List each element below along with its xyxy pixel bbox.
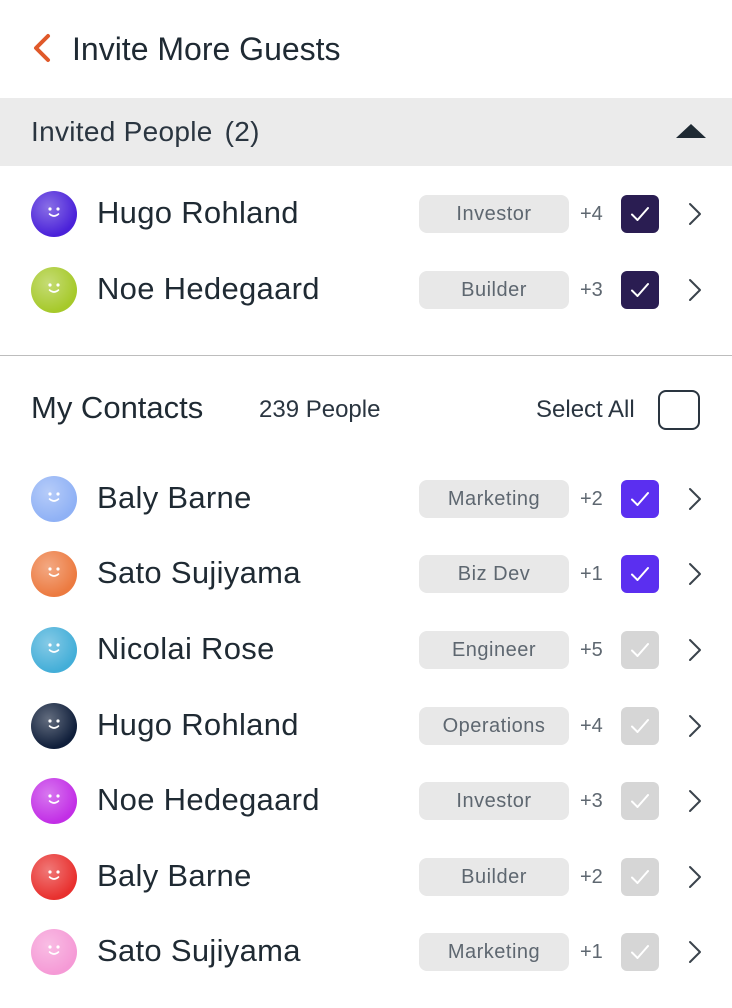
invited-people-label: Invited People xyxy=(31,116,213,147)
extra-tags-count: +1 xyxy=(580,941,603,963)
invite-checkbox[interactable] xyxy=(621,707,659,745)
chevron-right-icon[interactable] xyxy=(680,861,710,893)
checkmark-icon xyxy=(631,870,649,884)
select-all-label[interactable]: Select All xyxy=(536,394,635,426)
checkmark-icon xyxy=(631,945,649,959)
invite-checkbox[interactable] xyxy=(621,933,659,971)
checkmark-icon xyxy=(631,794,649,808)
chevron-right-icon[interactable] xyxy=(680,710,710,742)
chevron-right-icon[interactable] xyxy=(680,785,710,817)
role-tag: Marketing xyxy=(419,933,569,971)
role-tag: Builder xyxy=(419,271,569,309)
invite-checkbox[interactable] xyxy=(621,631,659,669)
contacts-row[interactable]: Baly Barne Marketing +2 xyxy=(0,461,732,537)
select-all-checkbox[interactable] xyxy=(658,390,700,430)
chevron-left-icon xyxy=(34,34,50,62)
my-contacts-heading: My Contacts xyxy=(31,390,204,425)
invite-checkbox[interactable] xyxy=(621,480,659,518)
header: Invite More Guests xyxy=(0,0,732,98)
role-tag: Biz Dev xyxy=(419,555,569,593)
extra-tags-count: +3 xyxy=(580,279,603,301)
avatar xyxy=(31,929,77,975)
section-divider xyxy=(0,355,732,356)
checkmark-icon xyxy=(631,492,649,506)
chevron-right-icon[interactable] xyxy=(680,558,710,590)
contact-name: Hugo Rohland xyxy=(97,707,299,742)
chevron-right-icon[interactable] xyxy=(680,634,710,666)
contact-name: Noe Hedegaard xyxy=(97,271,320,306)
avatar xyxy=(31,191,77,237)
checkmark-icon xyxy=(631,567,649,581)
invite-checkbox[interactable] xyxy=(621,195,659,233)
contacts-row[interactable]: Sato Sujiyama Marketing +1 xyxy=(0,914,732,990)
contact-name: Nicolai Rose xyxy=(97,631,275,666)
invite-checkbox[interactable] xyxy=(621,555,659,593)
invited-people-count: (2) xyxy=(224,116,260,147)
avatar xyxy=(31,267,77,313)
chevron-right-icon[interactable] xyxy=(680,198,710,230)
contact-name: Baly Barne xyxy=(97,480,252,515)
chevron-right-icon[interactable] xyxy=(680,936,710,968)
checkmark-icon xyxy=(631,719,649,733)
contact-name: Hugo Rohland xyxy=(97,195,299,230)
chevron-right-icon[interactable] xyxy=(680,274,710,306)
avatar xyxy=(31,627,77,673)
role-tag: Investor xyxy=(419,782,569,820)
role-tag: Marketing xyxy=(419,480,569,518)
invite-checkbox[interactable] xyxy=(621,858,659,896)
extra-tags-count: +1 xyxy=(580,563,603,585)
extra-tags-count: +5 xyxy=(580,639,603,661)
chevron-right-icon[interactable] xyxy=(680,483,710,515)
checkmark-icon xyxy=(631,643,649,657)
role-tag: Builder xyxy=(419,858,569,896)
checkmark-icon xyxy=(631,283,649,297)
contacts-row[interactable]: Hugo Rohland Operations +4 xyxy=(0,688,732,764)
contact-name: Sato Sujiyama xyxy=(97,933,301,968)
caret-up-icon[interactable] xyxy=(676,124,706,138)
contacts-row[interactable]: Noe Hedegaard Investor +3 xyxy=(0,763,732,839)
checkmark-icon xyxy=(631,207,649,221)
invited-people-section-toggle[interactable]: Invited People (2) xyxy=(0,98,732,166)
invite-checkbox[interactable] xyxy=(621,782,659,820)
contacts-row[interactable]: Sato Sujiyama Biz Dev +1 xyxy=(0,536,732,612)
contact-name: Baly Barne xyxy=(97,858,252,893)
invited-row[interactable]: Hugo Rohland Investor +4 xyxy=(0,176,732,252)
role-tag: Investor xyxy=(419,195,569,233)
contacts-row[interactable]: Nicolai Rose Engineer +5 xyxy=(0,612,732,688)
contacts-count: 239 People xyxy=(259,396,381,423)
extra-tags-count: +2 xyxy=(580,488,603,510)
contact-name: Noe Hedegaard xyxy=(97,782,320,817)
invite-checkbox[interactable] xyxy=(621,271,659,309)
avatar xyxy=(31,476,77,522)
extra-tags-count: +4 xyxy=(580,203,603,225)
invited-row[interactable]: Noe Hedegaard Builder +3 xyxy=(0,252,732,328)
avatar xyxy=(31,703,77,749)
avatar xyxy=(31,551,77,597)
contact-name: Sato Sujiyama xyxy=(97,555,301,590)
role-tag: Engineer xyxy=(419,631,569,669)
extra-tags-count: +2 xyxy=(580,866,603,888)
extra-tags-count: +3 xyxy=(580,790,603,812)
role-tag: Operations xyxy=(419,707,569,745)
page-title: Invite More Guests xyxy=(72,31,341,67)
contacts-row[interactable]: Baly Barne Builder +2 xyxy=(0,839,732,915)
back-button[interactable] xyxy=(28,28,60,68)
avatar xyxy=(31,778,77,824)
avatar xyxy=(31,854,77,900)
invited-people-heading: Invited People (2) xyxy=(31,114,260,150)
extra-tags-count: +4 xyxy=(580,715,603,737)
